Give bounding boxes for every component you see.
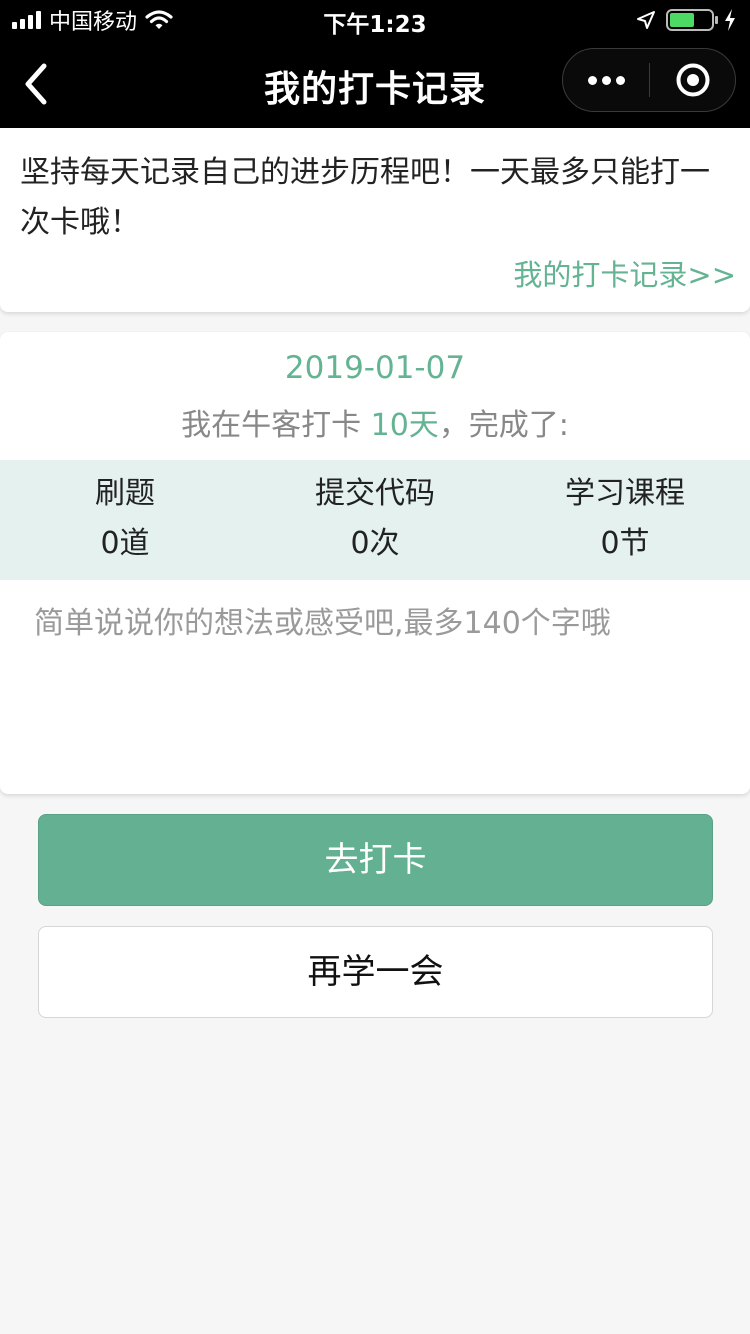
stat-courses: 学习课程 0节 <box>500 460 750 580</box>
stat-label: 提交代码 <box>315 476 435 511</box>
target-circle-icon <box>676 63 710 97</box>
nav-bar: 我的打卡记录 <box>0 40 750 128</box>
stat-value: 0次 <box>350 526 400 561</box>
close-button[interactable] <box>650 49 736 111</box>
stat-label: 学习课程 <box>565 476 685 511</box>
checkin-date: 2019-01-07 <box>284 350 466 386</box>
thoughts-input[interactable] <box>24 600 726 770</box>
checkin-summary: 我在牛客打卡 10天，完成了: <box>0 400 750 444</box>
status-right <box>636 6 736 34</box>
stat-label: 刷题 <box>95 476 155 511</box>
summary-suffix: ，完成了: <box>438 408 569 443</box>
stat-value: 0道 <box>100 526 150 561</box>
miniprogram-capsule <box>562 48 736 112</box>
status-bar: 中国移动 下午1:23 <box>0 0 750 40</box>
stats-row: 刷题 0道 提交代码 0次 学习课程 0节 <box>0 460 750 580</box>
checkin-days: 10天 <box>370 408 439 443</box>
checkin-card: 2019-01-07 我在牛客打卡 10天，完成了: 刷题 0道 提交代码 0次… <box>0 332 750 794</box>
checkin-records-link[interactable]: 我的打卡记录>> <box>513 252 736 294</box>
location-arrow-icon <box>637 11 655 29</box>
more-dots-icon[interactable] <box>563 49 649 111</box>
study-more-button[interactable]: 再学一会 <box>38 926 713 1018</box>
stat-problems: 刷题 0道 <box>0 460 250 580</box>
summary-prefix: 我在牛客打卡 <box>181 408 371 443</box>
battery-icon <box>666 9 718 31</box>
stat-value: 0节 <box>600 526 650 561</box>
stat-submissions: 提交代码 0次 <box>250 460 500 580</box>
bolt-icon <box>725 9 735 31</box>
intro-card: 坚持每天记录自己的进步历程吧！一天最多只能打一次卡哦！ 我的打卡记录>> <box>0 128 750 312</box>
checkin-button[interactable]: 去打卡 <box>38 814 713 906</box>
intro-text: 坚持每天记录自己的进步历程吧！一天最多只能打一次卡哦！ <box>20 155 710 240</box>
